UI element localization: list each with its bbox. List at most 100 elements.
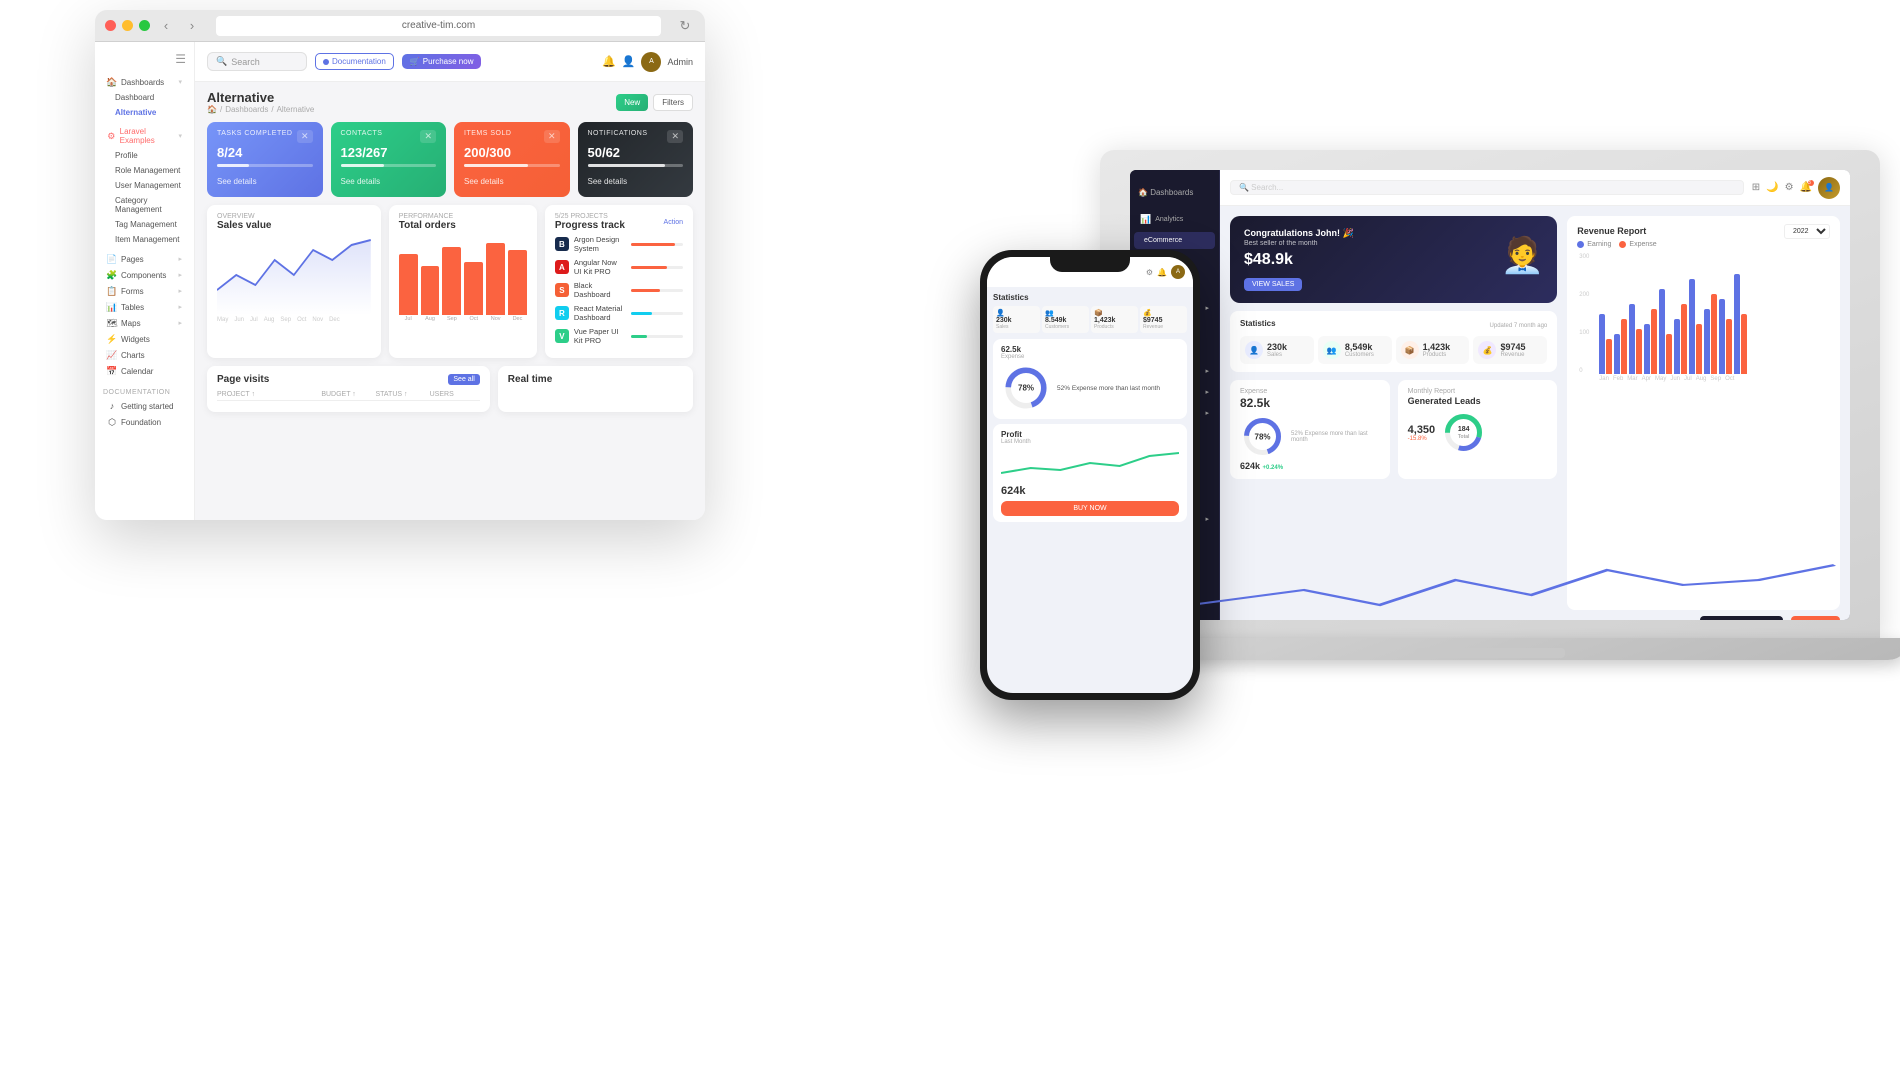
sidebar-item-foundation[interactable]: ⬡ Foundation: [103, 414, 186, 430]
sidebar-item-widgets[interactable]: ⚡ Widgets: [103, 331, 186, 347]
progress-track-card: 5/25 PROJECTS Progress track Action B Ar…: [545, 205, 693, 358]
sidebar-dashboard-label: Dashboard: [115, 93, 154, 102]
sidebar-item-alternative[interactable]: Alternative: [103, 105, 186, 120]
tasks-close[interactable]: ✕: [297, 130, 313, 143]
forward-button[interactable]: ›: [182, 16, 202, 36]
tasks-link[interactable]: See details: [217, 177, 257, 186]
pages-icon: 📄: [107, 254, 117, 264]
user-avatar[interactable]: A: [641, 52, 661, 72]
sidebar-item-forms[interactable]: 📋 Forms ▸: [103, 283, 186, 299]
ls-moon-icon[interactable]: 🌙: [1766, 182, 1778, 193]
laptop-content: Congratulations John! 🎉 Best seller of t…: [1220, 206, 1850, 620]
exp-bar-jul2: [1696, 324, 1702, 374]
charts-row: OVERVIEW Sales value: [207, 205, 693, 358]
sidebar-item-item-mgmt[interactable]: Item Management: [103, 232, 186, 247]
year-select[interactable]: 2022: [1784, 224, 1830, 239]
ls-user-arrow: ▸: [1205, 388, 1209, 396]
ls-settings-icon[interactable]: ⚙: [1785, 182, 1794, 193]
sidebar-item-role-mgmt[interactable]: Role Management: [103, 163, 186, 178]
sidebar-item-pages[interactable]: 📄 Pages ▸: [103, 251, 186, 267]
refresh-button[interactable]: ↻: [675, 16, 695, 36]
foundation-label: Foundation: [121, 418, 161, 427]
phone-profit-title: Profit: [1001, 430, 1179, 439]
see-all-button[interactable]: See all: [448, 374, 479, 385]
sidebar-laravel-label: Laravel Examples: [120, 127, 175, 145]
sidebar-item-laravel[interactable]: ⚙ Laravel Examples ▾: [103, 124, 186, 148]
react-progress-bar-wrap: [631, 312, 683, 315]
laptop-dashboards-label: 🏠 Dashboards: [1130, 180, 1219, 205]
foundation-icon: ⬡: [107, 417, 117, 427]
sidebar-item-dashboards[interactable]: 🏠 Dashboards ▾: [103, 74, 186, 90]
notif-close[interactable]: ✕: [667, 130, 683, 143]
notif-link[interactable]: See details: [588, 177, 628, 186]
bell-icon[interactable]: 🔔: [602, 55, 616, 68]
phone-stat-sales: 👤 230k Sales: [993, 306, 1040, 333]
url-text: creative-tim.com: [402, 20, 475, 31]
expense-card: Expense 82.5k: [1230, 380, 1390, 479]
documentation-button[interactable]: Documentation: [315, 53, 394, 70]
bar-group-aug2: [1704, 294, 1717, 374]
phone-donut-pct: 78%: [1018, 384, 1034, 393]
phone-stat-products: 📦 1,423k Products: [1091, 306, 1138, 333]
sidebar-item-tag-mgmt[interactable]: Tag Management: [103, 217, 186, 232]
sidebar-item-category-mgmt[interactable]: Category Management: [103, 193, 186, 217]
sidebar-item-dashboard[interactable]: Dashboard: [103, 90, 186, 105]
laptop-avatar[interactable]: 👤: [1818, 177, 1840, 199]
phone-profit-card: Profit Last Month 624k BUY NOW: [993, 424, 1187, 522]
increase-budget-button[interactable]: INCREASE BUDGET: [1700, 616, 1783, 620]
argon-name: Argon Design System: [574, 235, 626, 253]
close-dot[interactable]: [105, 20, 116, 31]
hamburger-icon[interactable]: ☰: [95, 50, 194, 72]
sidebar-item-profile[interactable]: Profile: [103, 148, 186, 163]
breadcrumb-sep2: /: [271, 105, 273, 114]
ls-grid-icon[interactable]: ⊞: [1752, 182, 1760, 193]
phone-buy-button[interactable]: BUY NOW: [1001, 501, 1179, 516]
back-button[interactable]: ‹: [156, 16, 176, 36]
sidebar-item-user-mgmt[interactable]: User Management: [103, 178, 186, 193]
bar-label-dec: Dec: [508, 316, 527, 322]
sidebar-item-getting-started[interactable]: ♪ Getting started: [103, 398, 186, 414]
search-box[interactable]: 🔍 Search: [207, 52, 307, 71]
sidebar-item-charts[interactable]: 📈 Charts: [103, 347, 186, 363]
ls-ecommerce[interactable]: eCommerce: [1134, 232, 1215, 249]
sidebar-item-maps[interactable]: 🗺 Maps ▸: [103, 315, 186, 331]
sidebar-item-tables[interactable]: 📊 Tables ▸: [103, 299, 186, 315]
new-button[interactable]: New: [616, 94, 648, 111]
page-visits-card: Page visits See all PROJECT ↑ BUDGET ↑ S…: [207, 366, 490, 412]
sales-stat-value: 230k: [1267, 342, 1287, 352]
sidebar-item-components[interactable]: 🧩 Components ▸: [103, 267, 186, 283]
phone-screen: ⚙ 🔔 A Statistics 👤 230k Sales: [987, 257, 1193, 693]
item-mgmt-label: Item Management: [115, 235, 179, 244]
sidebar: ☰ 🏠 Dashboards ▾ Dashboard Alternative: [95, 42, 195, 520]
contacts-link[interactable]: See details: [341, 177, 381, 186]
customers-stat-icon: 👥: [1323, 341, 1341, 359]
items-link[interactable]: See details: [464, 177, 504, 186]
y-label-0: 0: [1579, 368, 1595, 374]
user-icon[interactable]: 👤: [622, 55, 636, 68]
progress-action-button[interactable]: Action: [664, 213, 683, 231]
sidebar-item-calendar[interactable]: 📅 Calendar: [103, 363, 186, 379]
minimize-dot[interactable]: [122, 20, 133, 31]
progress-projects-label: 5/25 PROJECTS: [555, 213, 625, 220]
items-close[interactable]: ✕: [544, 130, 560, 143]
maximize-dot[interactable]: [139, 20, 150, 31]
phone-profit-value: 624k: [1001, 485, 1179, 497]
leads-change: -15.8%: [1408, 436, 1436, 442]
view-sales-button[interactable]: VIEW SALES: [1244, 278, 1302, 291]
progress-item-2: S Black Dashboard: [555, 281, 683, 299]
phone-revenue-label: Revenue: [1143, 324, 1184, 330]
search-icon: 🔍: [216, 56, 227, 67]
earn-bar-may: [1659, 289, 1665, 374]
laptop-search[interactable]: 🔍 Search...: [1230, 180, 1744, 195]
stat-customers: 👥 8,549k Customers: [1318, 336, 1392, 364]
xlbl-jun: Jun: [1670, 376, 1680, 382]
filters-button[interactable]: Filters: [653, 94, 693, 111]
purchase-button[interactable]: 🛒 Purchase now: [402, 54, 482, 69]
ls-bell-icon[interactable]: 🔔3: [1800, 182, 1812, 193]
sales-chart-label: OVERVIEW: [217, 213, 271, 220]
buy-now-button[interactable]: BUY NOW: [1791, 616, 1840, 620]
ls-analytics[interactable]: 📊 Analytics: [1130, 209, 1219, 230]
category-mgmt-label: Category Management: [115, 196, 182, 214]
contacts-close[interactable]: ✕: [420, 130, 436, 143]
address-bar[interactable]: creative-tim.com: [216, 16, 661, 36]
